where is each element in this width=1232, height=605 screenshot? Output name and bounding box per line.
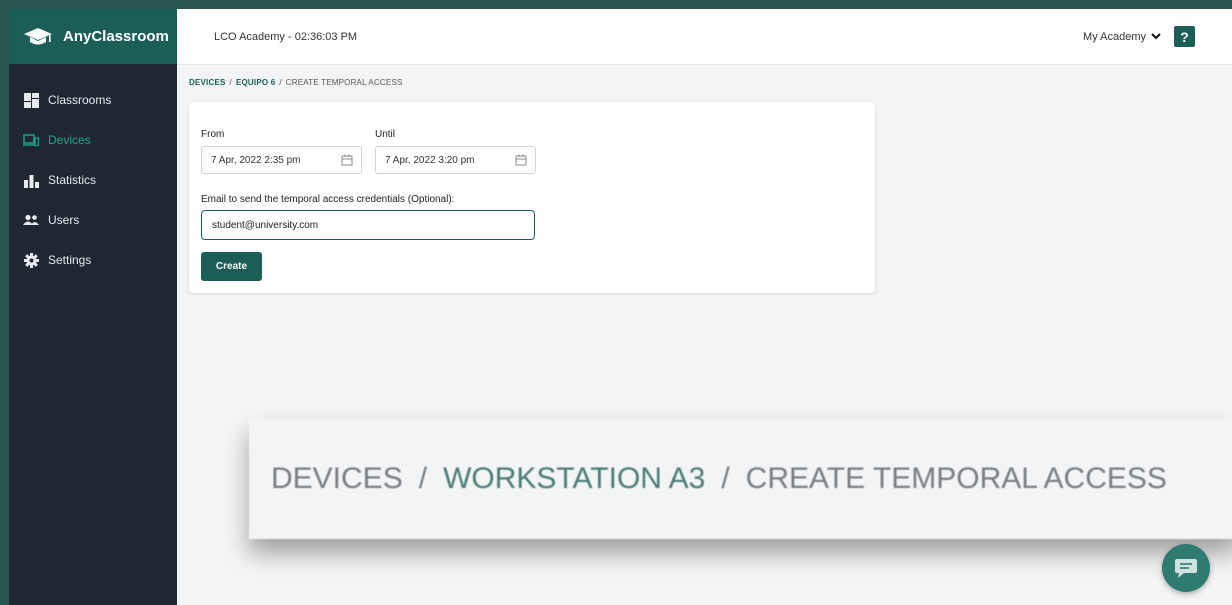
until-date-input[interactable]: 7 Apr, 2022 3:20 pm: [375, 146, 536, 174]
sidebar-item-users[interactable]: Users: [9, 200, 177, 240]
breadcrumb-current: CREATE TEMPORAL ACCESS: [285, 78, 403, 87]
dashboard-icon: [23, 92, 39, 108]
breadcrumb-device[interactable]: EQUIPO 6: [236, 78, 275, 87]
academy-selector[interactable]: My Academy: [1083, 31, 1161, 43]
help-button[interactable]: ?: [1174, 26, 1195, 47]
email-field[interactable]: student@university.com: [201, 210, 535, 240]
until-date-value: 7 Apr, 2022 3:20 pm: [385, 154, 475, 166]
page-title: LCO Academy - 02:36:03 PM: [214, 30, 358, 43]
sidebar-item-label: Statistics: [48, 173, 97, 187]
from-date-input[interactable]: 7 Apr, 2022 2:35 pm: [201, 146, 362, 174]
calendar-icon: [515, 154, 527, 166]
chat-button[interactable]: [1162, 544, 1210, 592]
brand-logo[interactable]: AnyClassroom: [9, 9, 177, 64]
graduation-cap-icon: [24, 27, 52, 44]
sidebar-item-label: Devices: [48, 133, 91, 147]
zoom-current: CREATE TEMPORAL ACCESS: [745, 462, 1167, 495]
breadcrumb-separator: /: [279, 78, 282, 87]
email-value: student@university.com: [212, 219, 319, 231]
breadcrumb: DEVICES / EQUIPO 6 / CREATE TEMPORAL ACC…: [189, 78, 403, 87]
until-label: Until: [375, 129, 396, 140]
sidebar-item-label: Classrooms: [48, 93, 112, 107]
sidebar: AnyClassroom Classrooms Devices Statisti…: [9, 9, 177, 605]
bar-chart-icon: [23, 172, 39, 188]
temporal-access-form: From 7 Apr, 2022 2:35 pm Until 7 Apr, 20…: [189, 102, 875, 293]
from-date-value: 7 Apr, 2022 2:35 pm: [211, 154, 301, 166]
breadcrumb-zoom-overlay: DEVICES / WORKSTATION A3 / CREATE TEMPOR…: [249, 419, 1232, 539]
help-icon: ?: [1180, 28, 1189, 45]
zoom-devices: DEVICES: [271, 462, 403, 495]
users-icon: [23, 212, 39, 228]
top-bar: LCO Academy - 02:36:03 PM My Academy ?: [177, 9, 1232, 65]
sidebar-item-statistics[interactable]: Statistics: [9, 160, 177, 200]
chat-icon: [1175, 559, 1197, 578]
sidebar-item-devices[interactable]: Devices: [9, 120, 177, 160]
sidebar-item-settings[interactable]: Settings: [9, 240, 177, 280]
zoom-device: WORKSTATION A3: [443, 462, 706, 495]
sidebar-item-classrooms[interactable]: Classrooms: [9, 80, 177, 120]
zoom-separator: /: [721, 462, 730, 495]
academy-selector-label: My Academy: [1083, 30, 1146, 43]
create-button[interactable]: Create: [201, 252, 262, 281]
email-label: Email to send the temporal access creden…: [201, 194, 455, 205]
app-window: AnyClassroom Classrooms Devices Statisti…: [9, 9, 1232, 605]
breadcrumb-devices[interactable]: DEVICES: [189, 78, 226, 87]
gear-icon: [23, 252, 39, 268]
sidebar-nav: Classrooms Devices Statistics Users Sett…: [9, 64, 177, 280]
zoom-separator: /: [418, 462, 428, 495]
brand-name: AnyClassroom: [63, 28, 169, 45]
chevron-down-icon: [1151, 33, 1161, 40]
breadcrumb-separator: /: [229, 78, 232, 87]
sidebar-item-label: Users: [48, 213, 80, 227]
create-button-label: Create: [215, 261, 248, 272]
calendar-icon: [341, 154, 353, 166]
sidebar-item-label: Settings: [48, 253, 92, 267]
from-label: From: [201, 129, 225, 140]
laptop-icon: [23, 132, 39, 148]
